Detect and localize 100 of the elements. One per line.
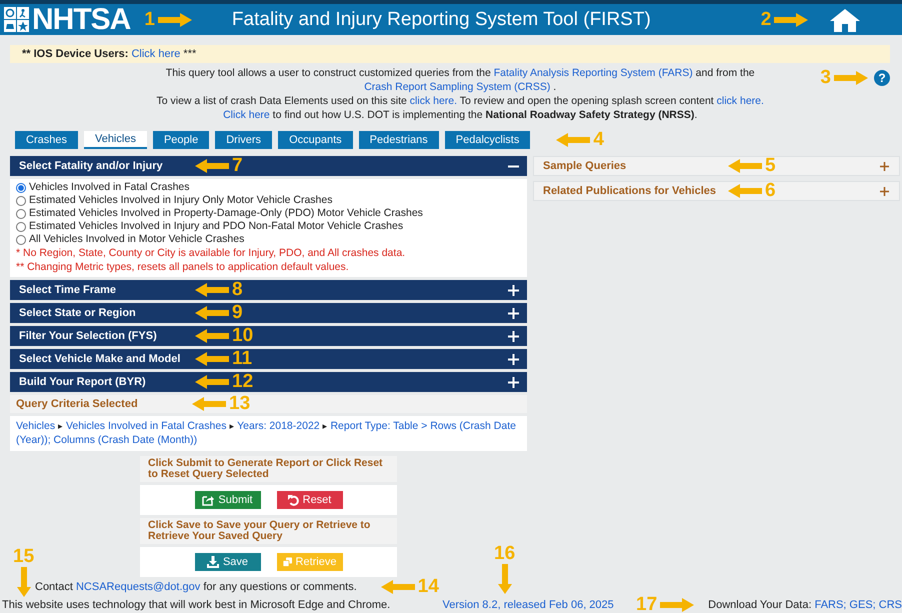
callout-number: 2 (760, 10, 772, 30)
panel-title: Select Vehicle Make and Model (19, 353, 182, 365)
tab[interactable]: Crashes (15, 131, 78, 149)
panel-title: Related Publications for Vehicles (543, 185, 717, 197)
tab[interactable]: Drivers (215, 131, 272, 149)
panel-title: Select Fatality and/or Injury (19, 160, 164, 172)
callout-number: 16 (494, 544, 516, 564)
link[interactable]: Crash Report Sampling System (CRSS) (364, 81, 550, 93)
link[interactable]: click here. (410, 95, 458, 107)
home-icon[interactable] (830, 8, 860, 32)
option-label: All Vehicles Involved in Motor Vehicle Crashes (29, 233, 244, 246)
callout-number: 7 (232, 156, 243, 176)
logo-text: NHTSA (32, 4, 130, 34)
warning-note: * No Region, State, County or City is available for Injury, PDO, and All crashes data. (16, 247, 406, 260)
panel-header[interactable]: Related Publications for Vehicles 6 (533, 181, 900, 201)
tab[interactable]: Pedestrians (358, 131, 439, 149)
intro-text: Click here to find out how U.S. DOT is implementing the National Roadway Safety Strategy (NRSS). (223, 108, 698, 122)
panel-title: Sample Queries (543, 160, 628, 172)
callout-arrow (195, 283, 229, 297)
callout-number: 11 (232, 349, 252, 369)
action-heading: Click Save to Save your Query or Retrieve to Retrieve Your Saved Query (140, 518, 397, 544)
callout-number: 8 (232, 280, 243, 300)
callout-number: 1 (144, 10, 155, 30)
download-label: Download Your Data: (708, 599, 812, 611)
callout-arrow (728, 159, 762, 173)
panel-header[interactable]: Filter Your Selection (FYS) 10 (10, 326, 527, 346)
warning-note: ** Changing Metric types, resets all panels to application default values. (16, 261, 350, 274)
link[interactable]: click here. (716, 95, 764, 107)
panel-header[interactable]: Select State or Region 9 (10, 303, 527, 323)
callout-number: 17 (636, 595, 658, 613)
callout-arrow (192, 397, 226, 411)
callout-arrow (195, 306, 229, 320)
intro-text: To view a list of crash Data Elements used on this site click here. To review and open the opening splash screen content click here. (156, 94, 764, 108)
radio-button[interactable] (16, 196, 26, 206)
tab[interactable]: Vehicles (84, 131, 147, 149)
panel-title: Build Your Report (BYR) (19, 376, 147, 388)
option-label: Estimated Vehicles Involved in Injury and PDO Non-Fatal Motor Vehicle Crashes (29, 220, 404, 233)
option-label: Vehicles Involved in Fatal Crashes (29, 181, 190, 194)
callout-number: 13 (229, 394, 250, 414)
help-icon[interactable]: ? (874, 70, 890, 86)
radio-button[interactable] (16, 208, 26, 218)
panel-title: Filter Your Selection (FYS) (19, 330, 158, 342)
panel-header[interactable]: Select Vehicle Make and Model 11 (10, 349, 527, 369)
panel-header[interactable]: Select Fatality and/or Injury 7 (10, 156, 527, 176)
callout-number: 15 (13, 547, 34, 567)
app-title: Fatality and Injury Reporting System Tool (FIRST) (232, 8, 651, 30)
panel-header[interactable]: Build Your Report (BYR) 12 (10, 372, 527, 392)
callout-arrow (498, 564, 512, 594)
callout-arrow (834, 71, 868, 85)
callout-number: 5 (765, 156, 776, 176)
callout-arrow (158, 12, 192, 26)
callout-arrow (556, 133, 590, 147)
link[interactable]: Click here (131, 48, 180, 60)
callout-number: 3 (820, 68, 831, 88)
download-links[interactable]: FARS; GES; CRS (814, 599, 902, 611)
callout-arrow (728, 184, 762, 198)
save-button[interactable]: Save (194, 553, 260, 571)
callout-arrow (660, 598, 694, 612)
action-heading: Click Submit to Generate Report or Click Reset to Reset Query Selected (140, 456, 397, 482)
option-label: Estimated Vehicles Involved in Injury Only Motor Vehicle Crashes (29, 194, 332, 207)
radio-button[interactable] (16, 234, 26, 244)
callout-number: 14 (418, 577, 439, 597)
panel-title: Select State or Region (19, 307, 137, 319)
browser-note: This website uses technology that will work best in Microsoft Edge and Chrome. (1, 599, 392, 611)
tab[interactable]: Pedalcyclists (444, 131, 530, 149)
download-icon (206, 556, 219, 568)
link[interactable]: NCSARequests@dot.gov (76, 581, 200, 593)
panel-header[interactable]: Select Time Frame 8 (10, 280, 527, 300)
option-label: Estimated Vehicles Involved in Property-Damage-Only (PDO) Motor Vehicle Crashes (29, 207, 423, 220)
reset-button[interactable]: Reset (276, 491, 342, 509)
callout-arrow (195, 329, 229, 343)
callout-arrow (16, 567, 31, 597)
callout-number: 12 (232, 372, 254, 392)
link[interactable]: Click here (223, 109, 270, 121)
callout-arrow (195, 352, 229, 366)
breadcrumb-trail: Vehicles ▸ Vehicles Involved in Fatal Crashes ▸ Years: 2018-2022 ▸ Report Type: Table > Rows (Crash Date (Year)); Columns (Crash Date (Month)) (16, 419, 517, 447)
callout-arrow (195, 375, 229, 389)
tab[interactable]: Occupants (278, 131, 353, 149)
callout-arrow (774, 12, 808, 26)
callout-number: 6 (765, 181, 776, 201)
version-text: Version 8.2, released Feb 06, 2025 (442, 599, 615, 611)
radio-button[interactable] (16, 182, 26, 192)
link[interactable]: Fatality Analysis Reporting System (FARS) (494, 67, 693, 79)
tab[interactable]: People (152, 131, 210, 149)
notice-text: ** IOS Device Users: Click here *** (22, 48, 196, 60)
radio-button[interactable] (16, 222, 26, 232)
callout-number: 10 (232, 326, 254, 346)
panel-title: Query Criteria Selected (16, 398, 139, 410)
logo-icon (4, 7, 29, 32)
callout-number: 4 (593, 130, 604, 150)
undo-icon (288, 494, 299, 506)
panel-header[interactable]: Sample Queries 5 (533, 156, 900, 176)
share-icon (202, 494, 214, 506)
submit-button[interactable]: Submit (194, 491, 260, 509)
intro-text: This query tool allows a user to construct customized queries from the Fatality Analysis Reporting System (FARS) and from the Crash Report Sampling System (CRSS) . (164, 66, 756, 94)
contact-text: Contact NCSARequests@dot.gov for any questions or comments. (35, 581, 357, 593)
callout-arrow (380, 580, 415, 594)
callout-number: 9 (232, 303, 243, 323)
panel-title: Select Time Frame (19, 284, 118, 296)
callout-arrow (195, 159, 229, 173)
